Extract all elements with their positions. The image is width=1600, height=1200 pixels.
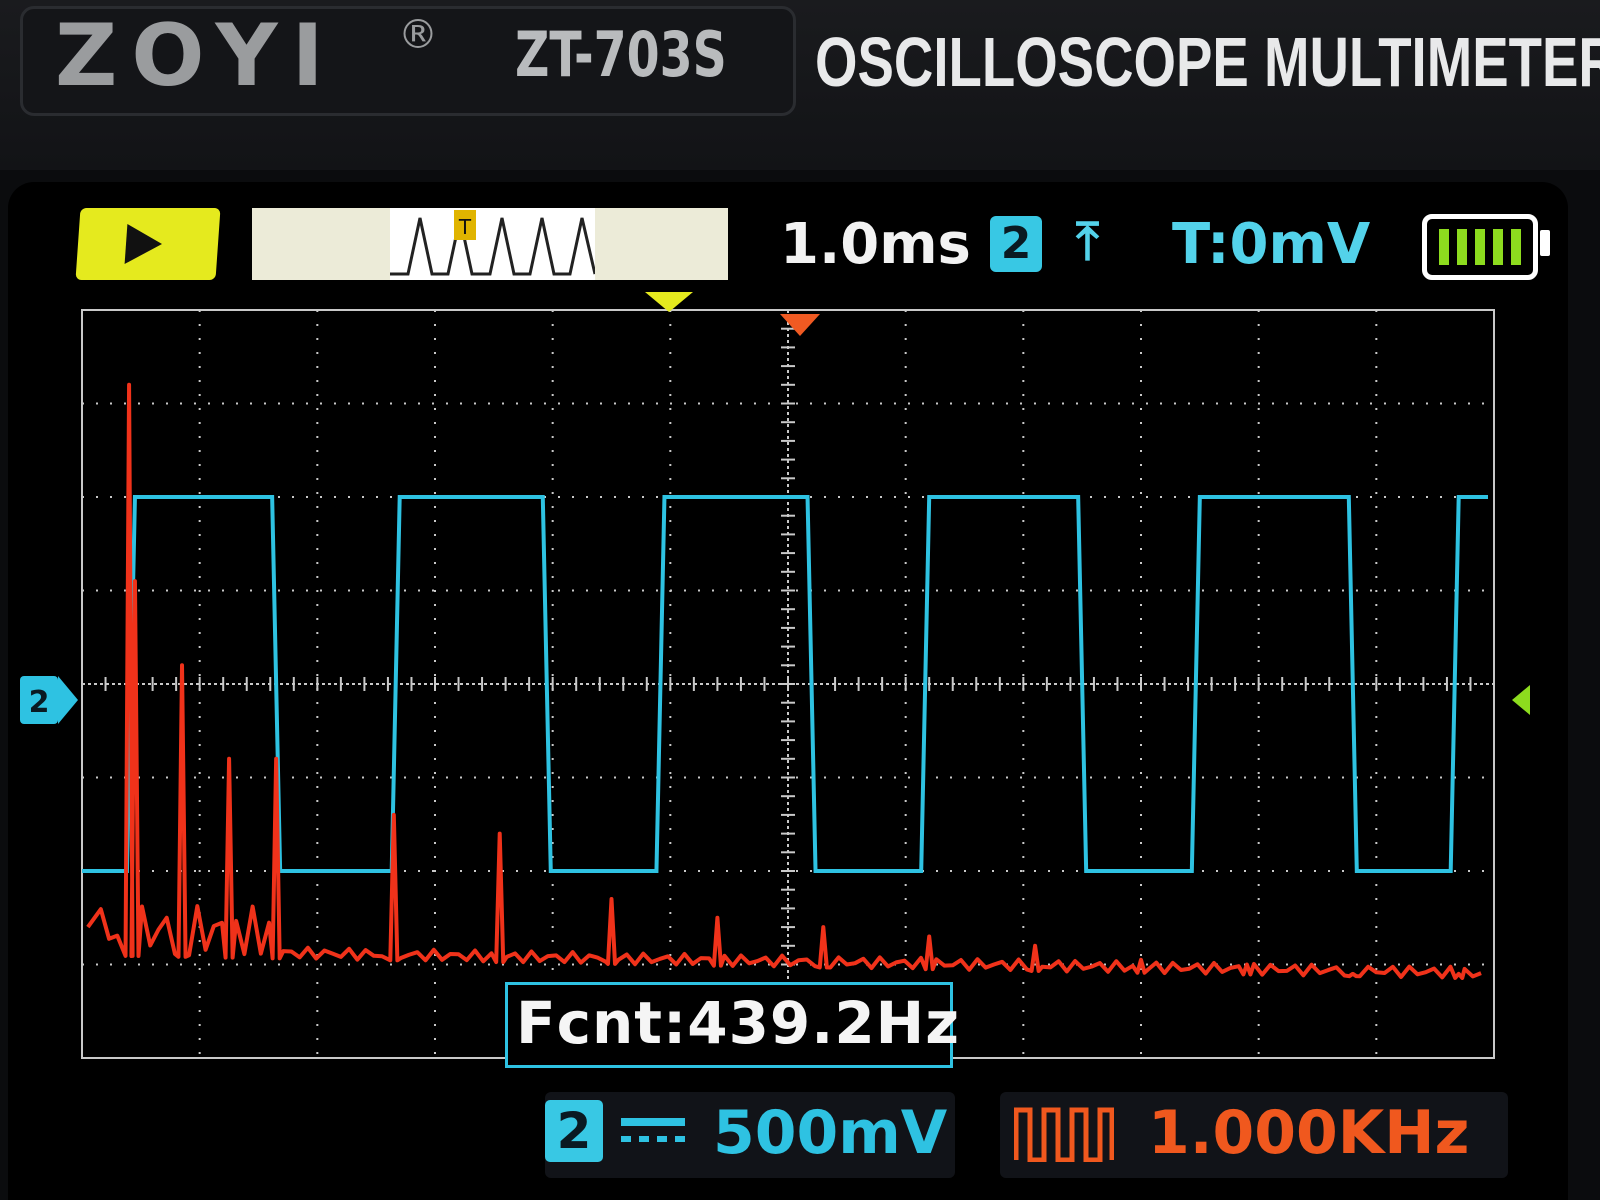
plot-grid xyxy=(81,309,1495,1059)
ch2-ground-marker[interactable]: 2 xyxy=(20,676,78,724)
frequency-counter-readout: Fcnt:439.2Hz xyxy=(516,989,960,1057)
generator-frequency-label: 1.000KHz xyxy=(1148,1098,1470,1168)
square-wave-icon xyxy=(1014,1107,1114,1162)
frequency-counter-box: Fcnt:439.2Hz xyxy=(505,982,959,1068)
dc-coupling-icon xyxy=(621,1118,685,1142)
signal-generator-panel[interactable]: 1.000KHz xyxy=(1000,1092,1508,1178)
svg-text:2: 2 xyxy=(29,685,50,720)
channel-settings-panel[interactable]: 2 500mV xyxy=(545,1092,955,1178)
channel-badge: 2 xyxy=(545,1100,603,1162)
volts-per-div-label: 500mV xyxy=(713,1098,948,1168)
trigger-time-marker[interactable] xyxy=(780,314,820,336)
trigger-level-marker[interactable] xyxy=(1512,685,1530,715)
